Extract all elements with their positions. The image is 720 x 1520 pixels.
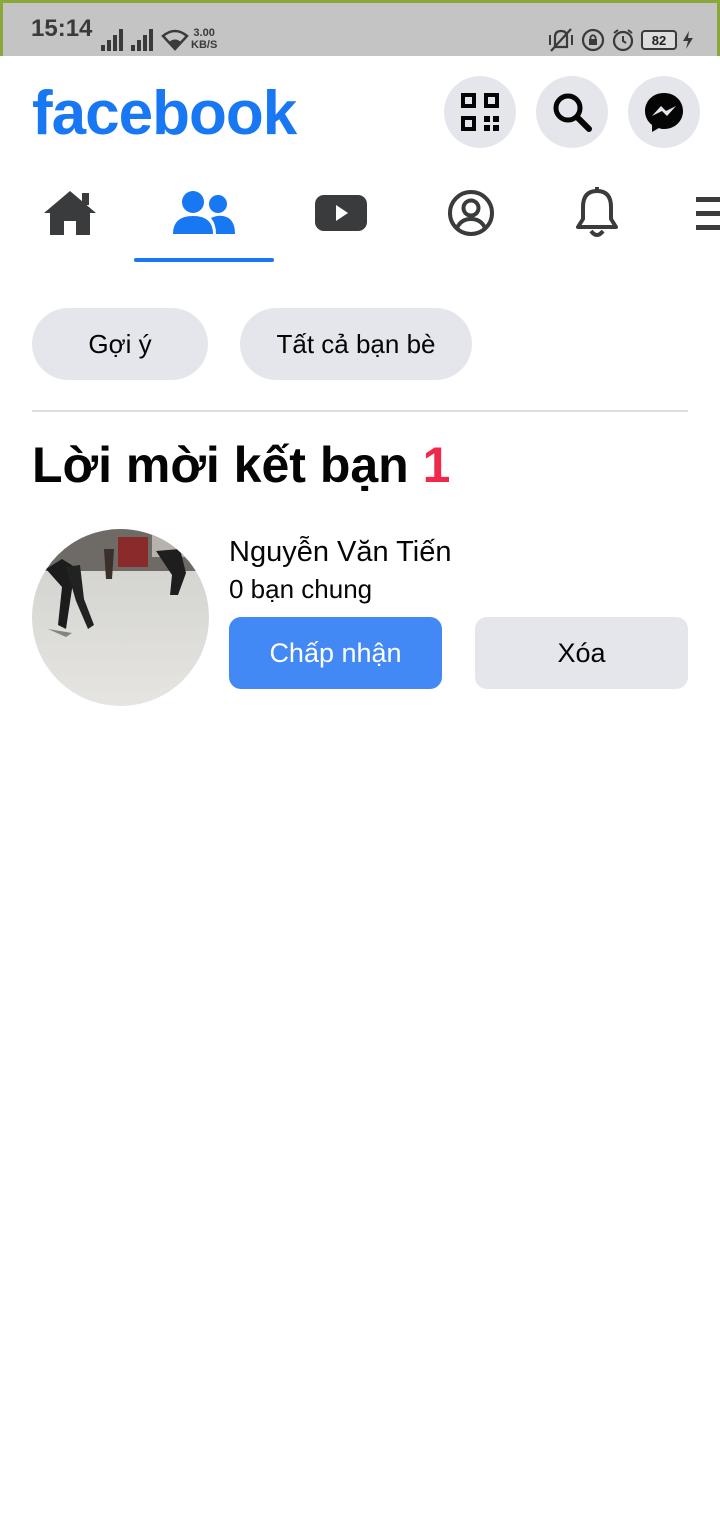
tab-friends[interactable] (134, 160, 274, 266)
delete-button[interactable]: Xóa (475, 617, 688, 689)
suggestions-chip[interactable]: Gợi ý (32, 308, 208, 380)
notifications-icon (576, 187, 618, 237)
active-tab-indicator (134, 258, 274, 262)
tab-notifications[interactable] (527, 160, 667, 266)
divider (32, 410, 688, 412)
friend-requests-title: Lời mời kết bạn 1 (32, 436, 450, 494)
messenger-button[interactable] (628, 76, 700, 148)
tab-menu[interactable] (660, 160, 720, 266)
friends-icon (173, 191, 235, 234)
watch-icon (315, 195, 367, 231)
tab-bar (0, 160, 720, 266)
network-speed: 3.00 KB/S (191, 27, 217, 51)
rotation-lock-icon (581, 28, 605, 52)
home-icon (44, 191, 96, 235)
signal-icon-2 (131, 29, 153, 51)
all-friends-chip[interactable]: Tất cả bạn bè (240, 308, 472, 380)
friend-requests-label: Lời mời kết bạn (32, 437, 409, 493)
network-speed-unit: KB/S (191, 39, 218, 51)
tab-watch[interactable] (271, 160, 411, 266)
qr-code-button[interactable] (444, 76, 516, 148)
mutual-friends: 0 bạn chung (229, 574, 373, 604)
messenger-icon (645, 93, 683, 132)
status-time: 15:14 (31, 15, 93, 42)
menu-icon (696, 197, 720, 230)
qr-code-icon (461, 93, 499, 131)
alarm-icon (612, 29, 634, 52)
accept-button[interactable]: Chấp nhận (229, 617, 442, 689)
battery-indicator: 82 (641, 30, 677, 50)
tab-profile[interactable] (401, 160, 541, 266)
charging-icon (683, 31, 693, 49)
signal-icon (101, 29, 123, 51)
vibrate-mute-icon (549, 28, 573, 52)
tab-home[interactable] (0, 160, 140, 266)
friend-requests-count: 1 (422, 437, 451, 493)
status-right: 82 (547, 27, 693, 53)
search-icon (553, 93, 592, 132)
status-bar: 15:14 3.00 KB/S 82 (0, 0, 720, 56)
profile-icon (448, 190, 494, 236)
avatar[interactable] (32, 529, 209, 706)
network-speed-value: 3.00 (193, 27, 215, 39)
search-button[interactable] (536, 76, 608, 148)
facebook-logo[interactable]: facebook (32, 78, 297, 149)
wifi-icon (161, 29, 189, 51)
requester-name[interactable]: Nguyễn Văn Tiến (229, 536, 451, 569)
avatar-photo (32, 529, 209, 706)
